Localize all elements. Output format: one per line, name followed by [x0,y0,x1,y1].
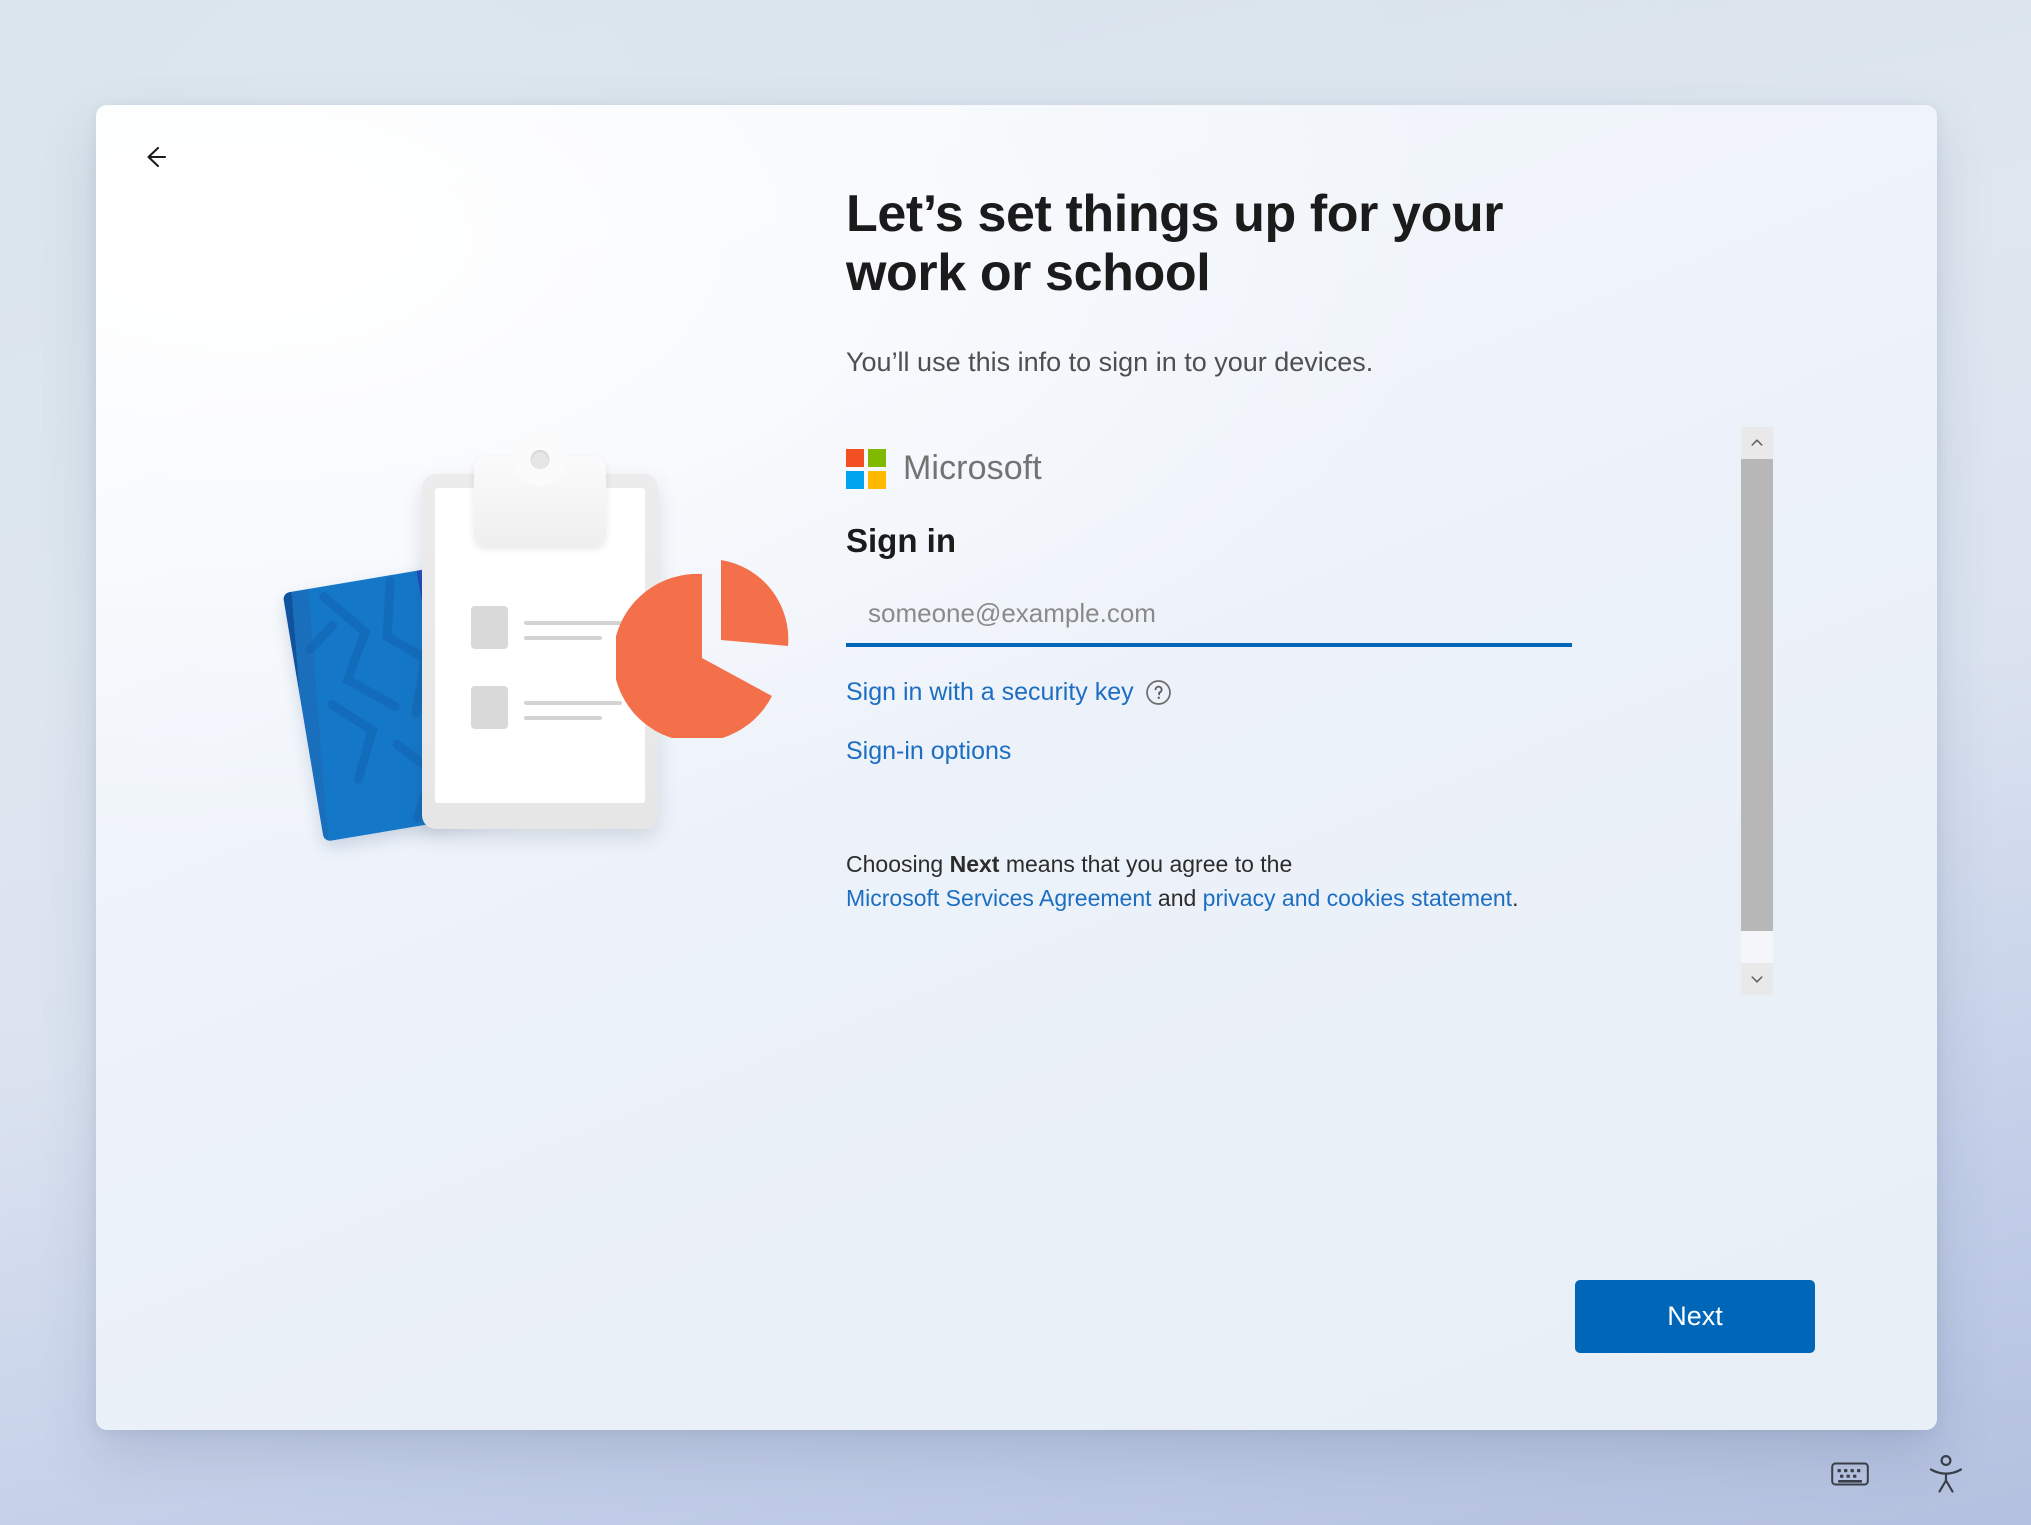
legal-part3: and [1151,884,1203,911]
signin-options-link[interactable]: Sign-in options [846,737,1011,766]
legal-next-bold: Next [949,850,1000,877]
clipboard-checkbox [471,686,508,729]
microsoft-wordmark: Microsoft [903,449,1042,488]
clipboard-row [471,686,622,729]
privacy-cookies-statement-link[interactable]: privacy and cookies statement [1203,881,1512,915]
security-key-link[interactable]: Sign in with a security key [846,678,1134,707]
back-button[interactable] [124,127,186,187]
scrollbar-thumb[interactable] [1741,458,1773,931]
signin-scrollbar[interactable] [1741,426,1773,995]
setup-illustration [216,450,916,870]
clipboard-text-line [524,716,602,720]
email-input[interactable] [846,589,1572,647]
security-key-row: Sign in with a security key [846,678,1726,707]
clipboard-text-line [524,636,602,640]
scrollbar-track[interactable] [1741,458,1773,963]
chevron-up-icon [1751,439,1763,446]
microsoft-services-agreement-link[interactable]: Microsoft Services Agreement [846,881,1152,915]
pie-chart-graphic [616,560,789,738]
on-screen-keyboard-icon [1831,1462,1869,1486]
back-arrow-icon [147,146,167,168]
help-circle-icon[interactable] [1145,679,1172,706]
legal-text: Choosing Next means that you agree to th… [846,847,1546,915]
legal-part4: . [1512,884,1519,911]
oobe-tray [1827,1451,1969,1497]
accessibility-button[interactable] [1923,1451,1969,1497]
chevron-down-icon [1751,975,1763,983]
clipboard-checkbox [471,606,508,649]
microsoft-logo-icon [846,448,886,489]
page-subtitle: You’ll use this info to sign in to your … [846,346,1374,377]
setup-panel: Let’s set things up for your work or sch… [846,185,1846,1117]
oobe-card: Let’s set things up for your work or sch… [96,105,1937,1430]
signin-pane: Microsoft Sign in Sign in with a securit… [846,427,1726,1117]
clipboard-text-line [524,621,622,625]
next-button[interactable]: Next [1575,1280,1815,1353]
page-title: Let’s set things up for your work or sch… [846,185,1504,302]
accessibility-icon [1929,1454,1963,1493]
clipboard-text-line [524,701,622,705]
signin-heading: Sign in [846,521,956,559]
clipboard-clip [474,456,606,546]
signin-region: Microsoft Sign in Sign in with a securit… [846,426,1791,1117]
microsoft-brand: Microsoft [846,427,1726,489]
legal-part1: Choosing [846,850,950,877]
legal-part2: means that you agree to the [999,850,1293,877]
email-field [846,589,1572,647]
scrollbar-up-button[interactable] [1741,426,1773,459]
scrollbar-down-button[interactable] [1741,962,1773,995]
signin-options-row: Sign-in options [846,737,1726,766]
clipboard-row [471,606,622,649]
on-screen-keyboard-button[interactable] [1827,1451,1873,1497]
